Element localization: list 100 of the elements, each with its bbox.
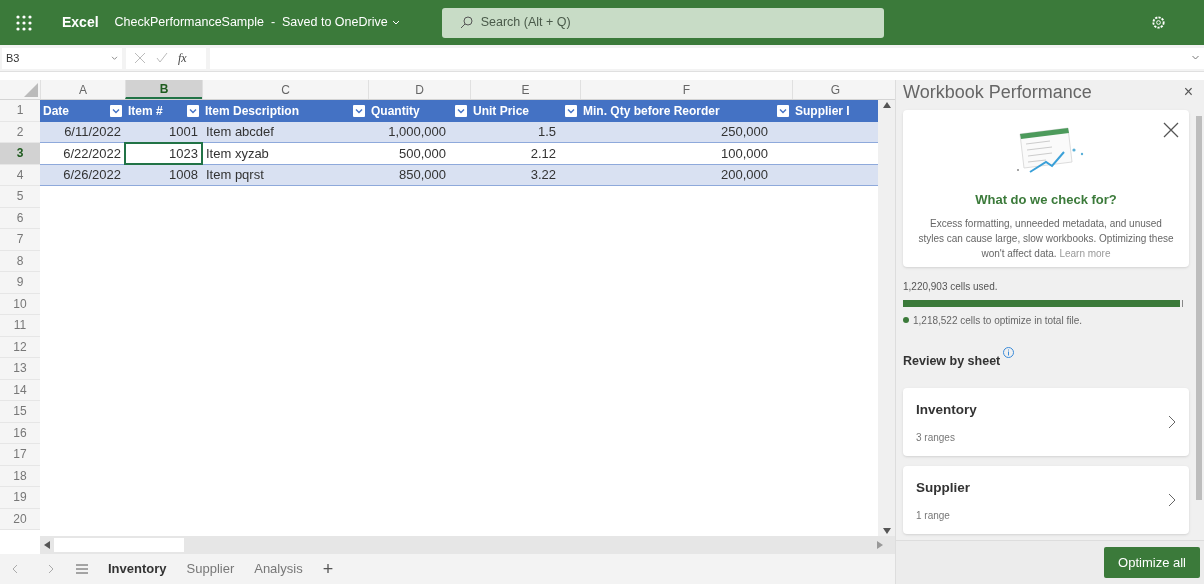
scroll-up-icon[interactable] — [882, 102, 891, 108]
scroll-down-icon[interactable] — [882, 528, 891, 534]
row-header[interactable]: 10 — [0, 293, 40, 315]
filter-dropdown-icon[interactable] — [777, 104, 789, 117]
sheet-name: Inventory — [916, 400, 977, 419]
panel-scrollbar[interactable] — [1196, 116, 1202, 500]
chevron-down-icon — [111, 55, 118, 61]
filter-dropdown-icon[interactable] — [110, 104, 122, 117]
chevron-down-icon — [1191, 55, 1200, 61]
row-header[interactable]: 14 — [0, 379, 40, 401]
range-count: 1 range — [916, 508, 951, 523]
row-header[interactable]: 11 — [0, 315, 40, 337]
range-count: 3 ranges — [916, 430, 956, 445]
column-header[interactable]: D — [368, 80, 470, 99]
table-cell[interactable]: 6/11/2022 — [40, 121, 125, 142]
close-button[interactable]: × — [1183, 80, 1193, 104]
table-cell[interactable]: Item pqrst — [202, 164, 368, 185]
horizontal-scroll-thumb[interactable] — [54, 538, 184, 552]
row-header[interactable]: 13 — [0, 358, 40, 380]
table-cell[interactable]: 1,000,000 — [368, 121, 470, 142]
scroll-left-icon[interactable] — [44, 541, 50, 549]
table-cell[interactable]: Item xyzab — [202, 143, 368, 164]
info-icon[interactable] — [1003, 346, 1015, 358]
app-launcher-icon[interactable] — [16, 14, 32, 31]
table-cell[interactable]: 100,000 — [580, 143, 792, 164]
column-title: Quantity — [371, 102, 420, 120]
row-header[interactable]: 1 — [0, 100, 40, 122]
name-box[interactable]: B3 — [2, 47, 122, 69]
column-title: Item # — [128, 102, 163, 120]
table-cell[interactable]: 250,000 — [580, 121, 792, 142]
table-cell[interactable]: 1008 — [125, 164, 202, 185]
table-cell[interactable]: 3.22 — [470, 164, 580, 185]
column-title: Date — [43, 102, 69, 120]
row-header[interactable]: 9 — [0, 272, 40, 294]
formula-field[interactable] — [210, 47, 1204, 69]
file-title[interactable]: CheckPerformanceSample - Saved to OneDrive — [114, 13, 388, 32]
vertical-scrollbar[interactable] — [878, 100, 895, 536]
column-header[interactable]: C — [202, 80, 368, 99]
column-title: Min. Qty before Reorder — [583, 102, 720, 120]
sheet-review-card[interactable]: Supplier 1 range — [903, 466, 1189, 535]
table-cell[interactable]: Item abcdef — [202, 121, 368, 142]
table-cell[interactable]: 6/22/2022 — [40, 143, 125, 164]
table-cell[interactable]: 1001 — [125, 121, 202, 142]
search-icon — [459, 16, 473, 29]
column-header[interactable]: B — [125, 80, 202, 99]
cells-used-text: 1,220,903 cells used. — [903, 279, 999, 294]
table-cell[interactable]: 500,000 — [368, 143, 470, 164]
filter-dropdown-icon[interactable] — [455, 104, 467, 117]
chevron-right-icon — [1168, 493, 1176, 508]
add-sheet-button[interactable]: + — [322, 555, 334, 583]
row-header[interactable]: 8 — [0, 250, 40, 272]
row-header[interactable]: 20 — [0, 508, 40, 530]
column-header[interactable]: E — [470, 80, 580, 99]
row-header[interactable]: 6 — [0, 207, 40, 229]
sheet-review-card[interactable]: Inventory 3 ranges — [903, 388, 1189, 457]
search-field[interactable]: Search (Alt + Q) — [441, 7, 884, 38]
table-cell[interactable]: 1.5 — [470, 121, 580, 142]
sheet-tab[interactable]: Inventory — [108, 559, 167, 579]
insert-function-button[interactable]: fx — [178, 49, 187, 67]
sheet-name: Supplier — [916, 478, 970, 497]
row-header[interactable]: 15 — [0, 401, 40, 423]
column-header[interactable]: G — [792, 80, 878, 99]
review-heading: Review by sheet — [903, 352, 1001, 370]
column-title: Item Description — [205, 102, 300, 120]
row-header[interactable]: 4 — [0, 164, 40, 186]
optimize-count-text: 1,218,522 cells to optimize in total file. — [913, 313, 1082, 328]
row-header[interactable]: 3 — [0, 143, 40, 165]
chevron-right-icon — [1168, 415, 1176, 430]
row-header[interactable]: 18 — [0, 465, 40, 487]
optimize-all-button[interactable]: Optimize all — [1104, 547, 1200, 578]
table-cell[interactable]: 200,000 — [580, 164, 792, 185]
column-header[interactable]: F — [580, 80, 792, 99]
table-cell[interactable]: 1023 — [125, 143, 202, 164]
filter-dropdown-icon[interactable] — [187, 104, 199, 117]
column-title: Supplier I — [795, 102, 850, 120]
card-description: Excess formatting, unneeded metadata, and unused styles can cause large, slow workbooks. Optimizing these won't affect data. Learn more — [917, 216, 1175, 261]
column-title: Unit Price — [473, 102, 529, 120]
close-icon[interactable] — [1163, 122, 1179, 138]
status-dot-icon — [903, 317, 909, 323]
row-header[interactable]: 2 — [0, 121, 40, 143]
chevron-down-icon[interactable] — [391, 19, 400, 26]
check-icon[interactable] — [156, 52, 168, 64]
row-header[interactable]: 16 — [0, 422, 40, 444]
filter-dropdown-icon[interactable] — [353, 104, 365, 117]
sheet-tab[interactable]: Supplier — [186, 559, 235, 579]
panel-title: Workbook Performance — [903, 80, 1092, 104]
row-header[interactable]: 7 — [0, 229, 40, 251]
row-header[interactable]: 5 — [0, 186, 40, 208]
app-name[interactable]: Excel — [62, 12, 99, 33]
row-header[interactable]: 12 — [0, 336, 40, 358]
table-cell[interactable]: 6/26/2022 — [40, 164, 125, 185]
settings-icon[interactable] — [1151, 15, 1166, 30]
table-cell[interactable]: 850,000 — [368, 164, 470, 185]
table-cell[interactable]: 2.12 — [470, 143, 580, 164]
row-header[interactable]: 17 — [0, 444, 40, 466]
learn-more-link[interactable]: Learn more — [1059, 247, 1111, 259]
filter-dropdown-icon[interactable] — [565, 104, 577, 117]
row-header[interactable]: 19 — [0, 487, 40, 509]
card-heading: What do we check for? — [975, 191, 1117, 209]
sheet-tab[interactable]: Analysis — [254, 559, 303, 579]
